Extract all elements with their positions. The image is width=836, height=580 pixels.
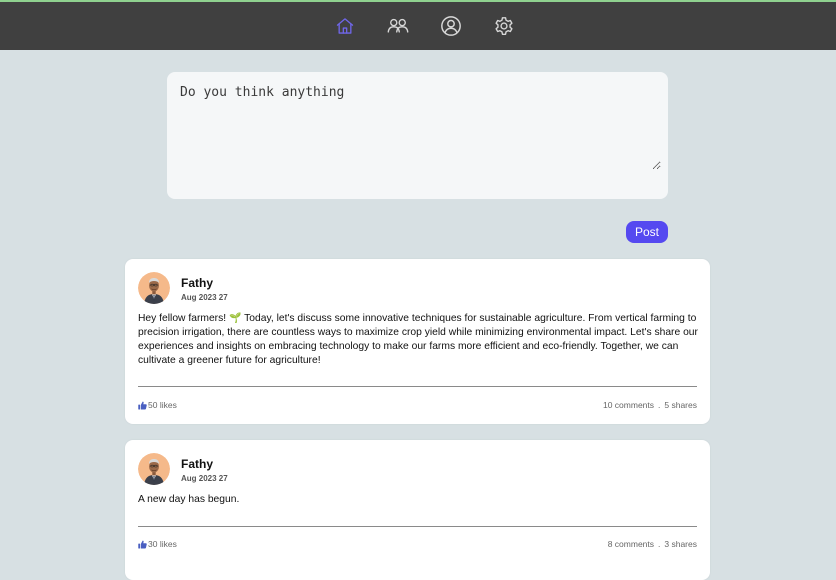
post-card: Fathy Aug 2023 27 Hey fellow farmers! 🌱 … [125, 259, 710, 424]
avatar-image [138, 453, 170, 485]
avatar[interactable] [138, 272, 170, 304]
post-input[interactable] [180, 85, 661, 170]
stats-separator: . [658, 539, 661, 549]
post-author[interactable]: Fathy [181, 457, 213, 471]
post-divider [138, 386, 697, 387]
thumbs-up-icon [138, 401, 147, 409]
nav-settings-button[interactable] [488, 11, 519, 42]
profile-icon [440, 16, 461, 36]
seedling-emoji: 🌱 [229, 313, 242, 324]
post-footer: 50 likes 10 comments . 5 shares [138, 400, 697, 410]
avatar[interactable] [138, 453, 170, 485]
nav-friends-button[interactable] [382, 11, 413, 42]
post-stats: 10 comments . 5 shares [603, 400, 697, 410]
thumbs-up-icon [138, 540, 147, 548]
likes-count: 30 likes [148, 539, 177, 549]
shares-count[interactable]: 3 shares [664, 539, 697, 549]
stats-separator: . [658, 400, 661, 410]
comments-count[interactable]: 8 comments [608, 539, 654, 549]
post-card: Fathy Aug 2023 27 A new day has begun. 3… [125, 440, 710, 580]
post-footer: 30 likes 8 comments . 3 shares [138, 539, 697, 549]
like-button[interactable]: 30 likes [138, 539, 177, 549]
home-icon [336, 18, 353, 34]
avatar-image [138, 272, 170, 304]
like-button[interactable]: 50 likes [138, 400, 177, 410]
post-date: Aug 2023 27 [181, 474, 228, 483]
post-divider [138, 526, 697, 527]
top-nav-bar [0, 0, 836, 50]
likes-count: 50 likes [148, 400, 177, 410]
nav-home-button[interactable] [329, 11, 360, 42]
post-composer [167, 72, 668, 199]
nav-profile-button[interactable] [435, 11, 466, 42]
post-text-body: A new day has begun. [138, 494, 240, 505]
post-text-intro: Hey fellow farmers! [138, 313, 227, 324]
settings-icon [494, 17, 513, 35]
post-author[interactable]: Fathy [181, 276, 213, 290]
comments-count[interactable]: 10 comments [603, 400, 654, 410]
friends-icon [387, 18, 408, 33]
post-content: A new day has begun. [138, 493, 703, 507]
post-date: Aug 2023 27 [181, 293, 228, 302]
post-stats: 8 comments . 3 shares [608, 539, 697, 549]
main-nav [329, 11, 519, 42]
post-content: Hey fellow farmers! 🌱 Today, let's discu… [138, 312, 703, 368]
post-button[interactable]: Post [626, 221, 668, 243]
shares-count[interactable]: 5 shares [664, 400, 697, 410]
